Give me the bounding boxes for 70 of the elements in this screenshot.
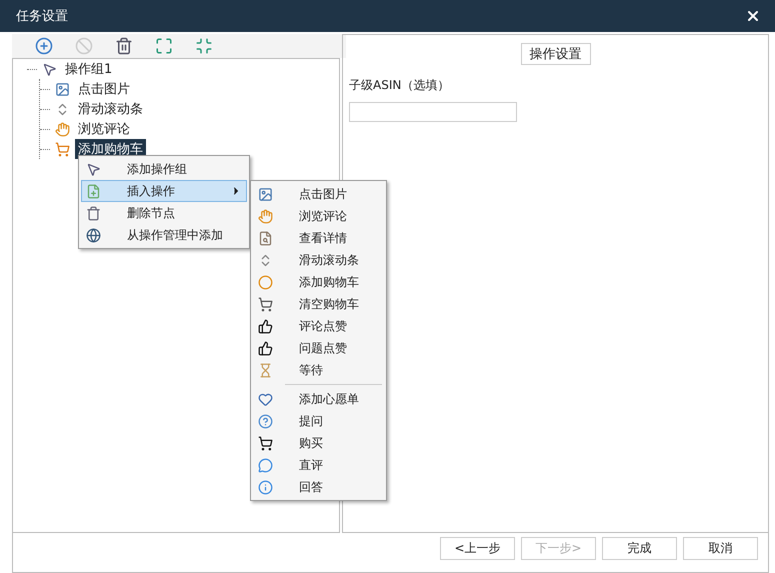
menu-item[interactable]: 回答 (253, 476, 384, 498)
menu-item-label: 点击图片 (299, 186, 348, 202)
tree-node[interactable]: 操作组1 (62, 59, 116, 79)
input-field[interactable] (349, 102, 517, 122)
menu-item-label: 问题点赞 (299, 340, 348, 356)
menu-item-label: 回答 (299, 478, 324, 496)
menu-item[interactable]: 点击图片 (253, 183, 384, 205)
dialog-button[interactable]: 完成 (602, 537, 677, 560)
cart-icon (55, 142, 70, 156)
dialog-button[interactable]: 取消 (683, 537, 758, 560)
field-label: 子级ASIN（选填） (349, 77, 450, 94)
chat-icon (258, 458, 273, 472)
menu-item[interactable]: 从操作管理中添加 (81, 224, 247, 246)
globe-icon (86, 228, 101, 242)
info-icon (258, 480, 273, 494)
image-icon (258, 186, 273, 202)
thumbs-up-icon (258, 340, 273, 356)
hand-icon (258, 208, 273, 224)
hourglass-icon (258, 362, 273, 378)
tree-node[interactable]: 浏览评论 (75, 119, 133, 139)
cart-icon (258, 296, 273, 312)
pointer-icon (42, 62, 57, 76)
tree-node[interactable]: 点击图片 (75, 79, 133, 99)
menu-item[interactable]: 滑动滚动条 (253, 249, 384, 271)
hand-icon (55, 122, 70, 136)
menu-item[interactable]: 添加操作组 (81, 158, 247, 180)
menu-item-label: 查看详情 (299, 230, 348, 246)
tree-node[interactable]: 滑动滚动条 (75, 99, 146, 119)
menu-item-label: 提问 (299, 412, 324, 430)
menu-item[interactable]: 评论点赞 (253, 315, 384, 337)
expand-icon (155, 37, 173, 55)
window-title: 任务设置 (16, 8, 68, 25)
trash-icon (115, 37, 133, 55)
insert-icon (86, 184, 101, 198)
menu-item-label: 购买 (299, 434, 324, 452)
menu-item[interactable]: 浏览评论 (253, 205, 384, 227)
menu-item[interactable]: 查看详情 (253, 227, 384, 249)
menu-item[interactable]: 插入操作 (81, 180, 247, 202)
menu-item[interactable]: 清空购物车 (253, 293, 384, 315)
menu-item-label: 直评 (299, 456, 324, 474)
disabled-icon (75, 37, 93, 55)
menu-item-label: 滑动滚动条 (299, 252, 360, 268)
menu-item[interactable]: 直评 (253, 454, 384, 476)
menu-item[interactable]: 等待 (253, 359, 384, 381)
menu-item-label: 添加心愿单 (299, 390, 360, 408)
menu-item[interactable]: 提问 (253, 410, 384, 432)
menu-item[interactable]: 问题点赞 (253, 337, 384, 359)
menu-item-label: 清空购物车 (299, 296, 360, 312)
menu-item-label: 等待 (299, 362, 324, 378)
collapse-icon (195, 37, 213, 55)
group-legend: 操作设置 (520, 43, 590, 65)
menu-item-label: 添加购物车 (299, 274, 360, 290)
menu-item[interactable]: 删除节点 (81, 202, 247, 224)
menu-item-label: 评论点赞 (299, 318, 348, 334)
heart-icon (258, 392, 273, 406)
thumbs-up-icon (258, 318, 273, 334)
menu-item[interactable]: 购买 (253, 432, 384, 454)
cart-icon (258, 436, 273, 450)
trash-icon (86, 206, 101, 220)
coin-icon (258, 274, 273, 290)
menu-item[interactable]: 添加购物车 (253, 271, 384, 293)
image-icon (55, 82, 70, 96)
menu-item[interactable]: 添加心愿单 (253, 388, 384, 410)
help-icon (258, 414, 273, 428)
dialog-button[interactable]: <上一步 (440, 537, 515, 560)
pointer-icon (86, 162, 101, 176)
document-icon (258, 230, 273, 246)
menu-item-label: 浏览评论 (299, 208, 348, 224)
close-icon[interactable] (745, 8, 761, 24)
add-icon (35, 37, 53, 55)
